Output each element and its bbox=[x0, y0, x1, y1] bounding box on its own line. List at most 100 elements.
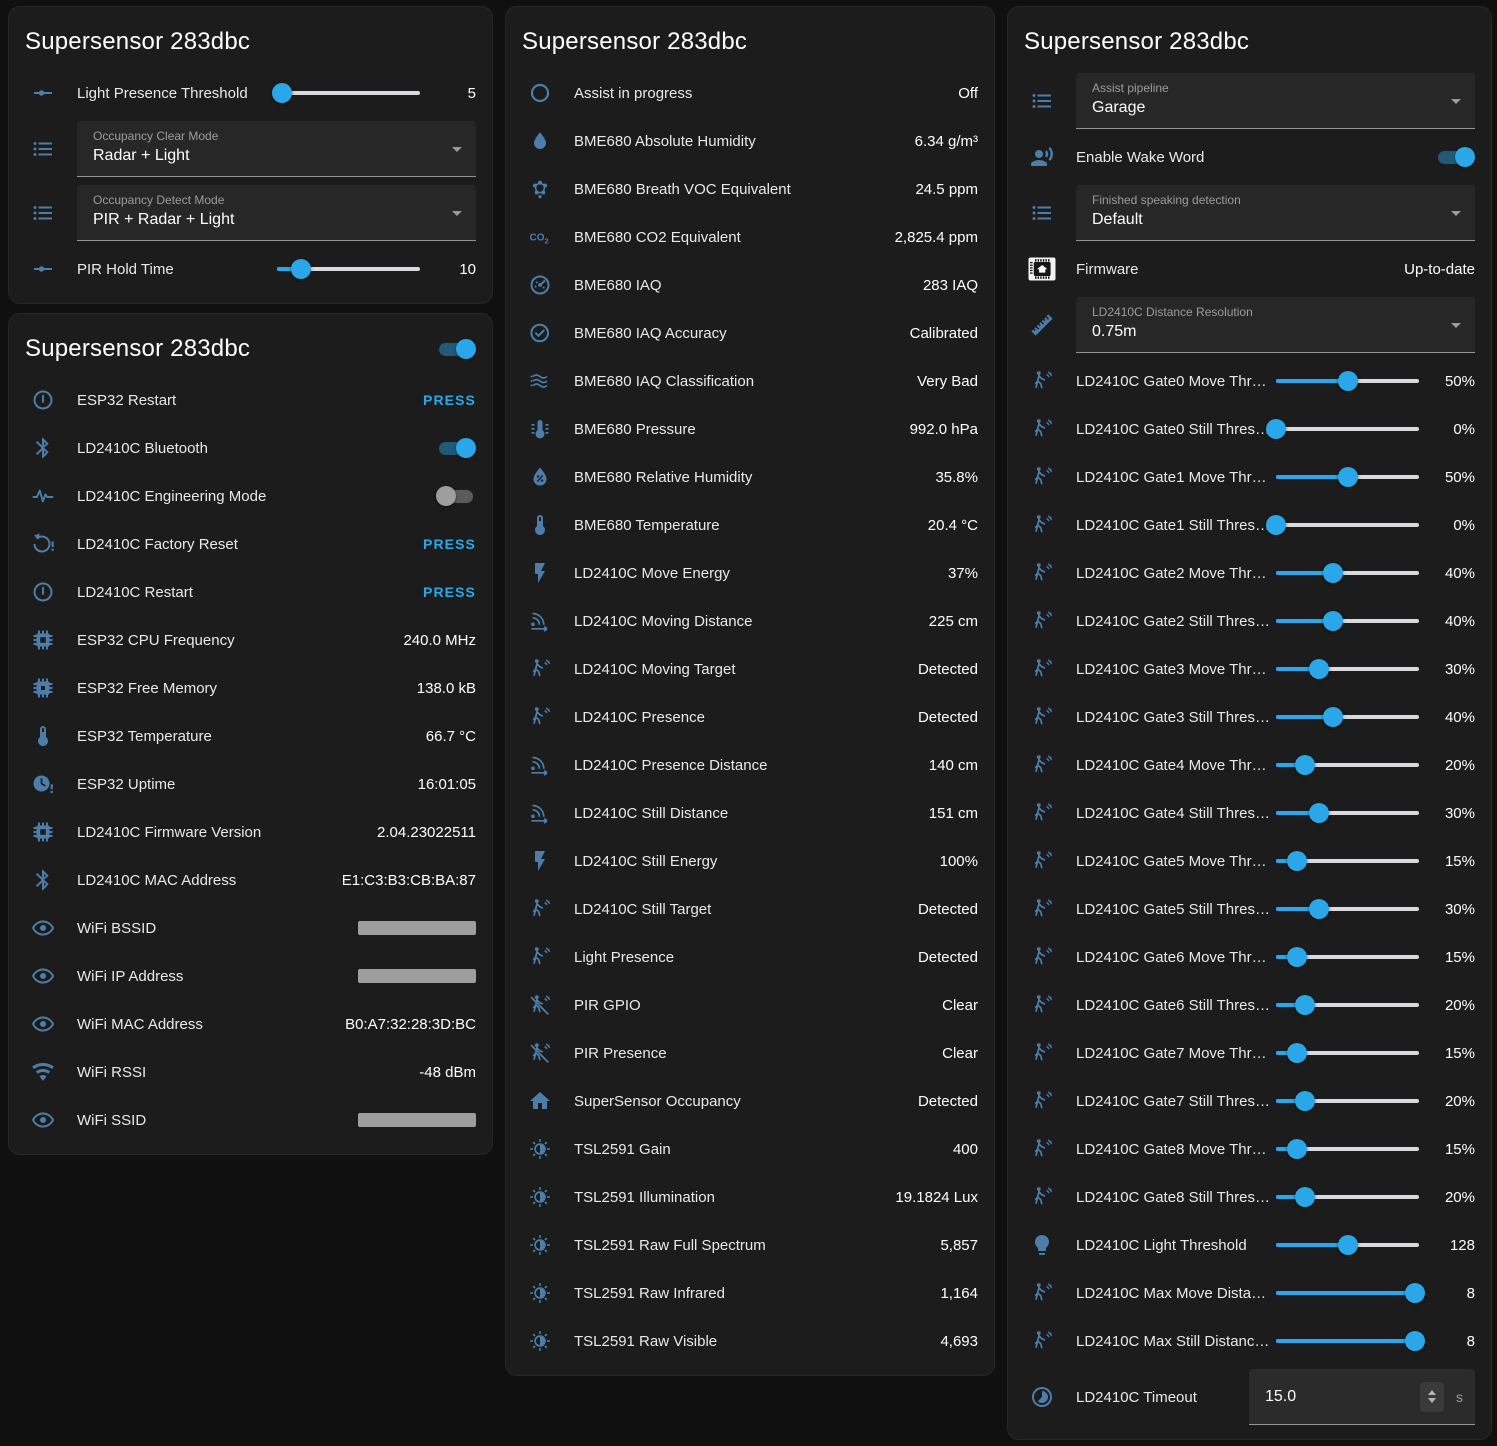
row-ld2410c-bluetooth[interactable]: LD2410C Bluetooth bbox=[9, 424, 492, 472]
slider-ld2410c-gate1-move-thr[interactable] bbox=[1276, 467, 1419, 487]
row-tsl2591-illumination[interactable]: TSL2591 Illumination19.1824 Lux bbox=[506, 1173, 994, 1221]
slider-ld2410c-gate6-still-thres[interactable] bbox=[1276, 995, 1419, 1015]
row-esp32-uptime[interactable]: ESP32 Uptime16:01:05 bbox=[9, 760, 492, 808]
slider-ld2410c-gate4-move-thr[interactable] bbox=[1276, 755, 1419, 775]
row-assist-in-progress[interactable]: Assist in progressOff bbox=[506, 69, 994, 117]
row-ld2410c-move-energy[interactable]: LD2410C Move Energy37% bbox=[506, 549, 994, 597]
slider-thumb[interactable] bbox=[1266, 515, 1286, 535]
row-ld2410c-max-still-distanc[interactable]: LD2410C Max Still Distanc…8 bbox=[1008, 1317, 1491, 1365]
select-occupancy-clear-mode[interactable]: Occupancy Clear ModeRadar + Light bbox=[77, 121, 476, 177]
row-ld2410c-still-target[interactable]: LD2410C Still TargetDetected bbox=[506, 885, 994, 933]
slider-thumb[interactable] bbox=[1338, 1235, 1358, 1255]
row-bme680-iaq-accuracy[interactable]: BME680 IAQ AccuracyCalibrated bbox=[506, 309, 994, 357]
row-esp32-cpu-frequency[interactable]: ESP32 CPU Frequency240.0 MHz bbox=[9, 616, 492, 664]
row-ld2410c-still-distance[interactable]: LD2410C Still Distance151 cm bbox=[506, 789, 994, 837]
slider-ld2410c-gate2-move-thr[interactable] bbox=[1276, 563, 1419, 583]
slider-thumb[interactable] bbox=[291, 259, 311, 279]
slider-thumb[interactable] bbox=[1287, 1043, 1307, 1063]
number-stepper[interactable] bbox=[1420, 1382, 1444, 1412]
slider-thumb[interactable] bbox=[1295, 755, 1315, 775]
row-enable-wake-word[interactable]: Enable Wake Word bbox=[1008, 133, 1491, 181]
row-esp32-restart[interactable]: ESP32 RestartPRESS bbox=[9, 376, 492, 424]
slider-thumb[interactable] bbox=[1287, 1139, 1307, 1159]
row-ld2410c-max-move-dista[interactable]: LD2410C Max Move Dista…8 bbox=[1008, 1269, 1491, 1317]
slider-ld2410c-gate7-move-thr[interactable] bbox=[1276, 1043, 1419, 1063]
slider-thumb[interactable] bbox=[272, 83, 292, 103]
row-light-presence[interactable]: Light PresenceDetected bbox=[506, 933, 994, 981]
row-tsl2591-raw-visible[interactable]: TSL2591 Raw Visible4,693 bbox=[506, 1317, 994, 1365]
row-bme680-relative-humidity[interactable]: BME680 Relative Humidity35.8% bbox=[506, 453, 994, 501]
row-ld2410c-gate3-still-thres[interactable]: LD2410C Gate3 Still Thres…40% bbox=[1008, 693, 1491, 741]
row-ld2410c-still-energy[interactable]: LD2410C Still Energy100% bbox=[506, 837, 994, 885]
toggle-enable-wake-word[interactable] bbox=[1435, 147, 1475, 167]
row-ld2410c-moving-target[interactable]: LD2410C Moving TargetDetected bbox=[506, 645, 994, 693]
row-ld2410c-gate5-move-thr[interactable]: LD2410C Gate5 Move Thr…15% bbox=[1008, 837, 1491, 885]
row-pir-hold-time[interactable]: PIR Hold Time10 bbox=[9, 245, 492, 293]
slider-thumb[interactable] bbox=[1309, 899, 1329, 919]
slider-thumb[interactable] bbox=[1323, 563, 1343, 583]
row-pir-gpio[interactable]: PIR GPIOClear bbox=[506, 981, 994, 1029]
row-wifi-ip-address[interactable]: WiFi IP Address bbox=[9, 952, 492, 1000]
row-wifi-ssid[interactable]: WiFi SSID bbox=[9, 1096, 492, 1144]
slider-ld2410c-gate7-still-thres[interactable] bbox=[1276, 1091, 1419, 1111]
row-ld2410c-gate2-still-thres[interactable]: LD2410C Gate2 Still Thres…40% bbox=[1008, 597, 1491, 645]
press-button[interactable]: PRESS bbox=[423, 584, 476, 600]
slider-ld2410c-gate0-move-thr[interactable] bbox=[1276, 371, 1419, 391]
slider-ld2410c-gate3-move-thr[interactable] bbox=[1276, 659, 1419, 679]
slider-thumb[interactable] bbox=[1338, 467, 1358, 487]
row-wifi-bssid[interactable]: WiFi BSSID bbox=[9, 904, 492, 952]
number-value[interactable]: 15.0 bbox=[1265, 1388, 1420, 1406]
row-ld2410c-gate0-move-thr[interactable]: LD2410C Gate0 Move Thr…50% bbox=[1008, 357, 1491, 405]
row-supersensor-occupancy[interactable]: SuperSensor OccupancyDetected bbox=[506, 1077, 994, 1125]
row-ld2410c-factory-reset[interactable]: LD2410C Factory ResetPRESS bbox=[9, 520, 492, 568]
slider-ld2410c-max-move-dista[interactable] bbox=[1276, 1283, 1419, 1303]
row-ld2410c-gate3-move-thr[interactable]: LD2410C Gate3 Move Thr…30% bbox=[1008, 645, 1491, 693]
row-ld2410c-gate1-still-thres[interactable]: LD2410C Gate1 Still Thres…0% bbox=[1008, 501, 1491, 549]
slider-ld2410c-gate2-still-thres[interactable] bbox=[1276, 611, 1419, 631]
row-ld2410c-engineering-mode[interactable]: LD2410C Engineering Mode bbox=[9, 472, 492, 520]
row-ld2410c-gate6-still-thres[interactable]: LD2410C Gate6 Still Thres…20% bbox=[1008, 981, 1491, 1029]
row-ld2410c-mac-address[interactable]: LD2410C MAC AddressE1:C3:B3:CB:BA:87 bbox=[9, 856, 492, 904]
row-wifi-rssi[interactable]: WiFi RSSI-48 dBm bbox=[9, 1048, 492, 1096]
press-button[interactable]: PRESS bbox=[423, 392, 476, 408]
row-wifi-mac-address[interactable]: WiFi MAC AddressB0:A7:32:28:3D:BC bbox=[9, 1000, 492, 1048]
slider-thumb[interactable] bbox=[1295, 1187, 1315, 1207]
row-ld2410c-gate8-still-thres[interactable]: LD2410C Gate8 Still Thres…20% bbox=[1008, 1173, 1491, 1221]
slider-ld2410c-gate5-move-thr[interactable] bbox=[1276, 851, 1419, 871]
slider-thumb[interactable] bbox=[1266, 419, 1286, 439]
select-finished-speaking-detection[interactable]: Finished speaking detectionDefault bbox=[1076, 185, 1475, 241]
row-finished-speaking-detection[interactable]: Finished speaking detectionDefault bbox=[1008, 181, 1491, 245]
slider-thumb[interactable] bbox=[1287, 851, 1307, 871]
slider-thumb[interactable] bbox=[1287, 947, 1307, 967]
row-ld2410c-presence[interactable]: LD2410C PresenceDetected bbox=[506, 693, 994, 741]
slider-light-presence-threshold[interactable] bbox=[277, 83, 420, 103]
row-ld2410c-distance-resolution[interactable]: LD2410C Distance Resolution0.75m bbox=[1008, 293, 1491, 357]
row-ld2410c-restart[interactable]: LD2410C RestartPRESS bbox=[9, 568, 492, 616]
row-firmware[interactable]: FirmwareUp-to-date bbox=[1008, 245, 1491, 293]
slider-thumb[interactable] bbox=[1295, 1091, 1315, 1111]
row-ld2410c-gate4-still-thres[interactable]: LD2410C Gate4 Still Thres…30% bbox=[1008, 789, 1491, 837]
row-esp32-free-memory[interactable]: ESP32 Free Memory138.0 kB bbox=[9, 664, 492, 712]
slider-pir-hold-time[interactable] bbox=[277, 259, 420, 279]
slider-ld2410c-gate5-still-thres[interactable] bbox=[1276, 899, 1419, 919]
row-assist-pipeline[interactable]: Assist pipelineGarage bbox=[1008, 69, 1491, 133]
row-ld2410c-gate8-move-thr[interactable]: LD2410C Gate8 Move Thr…15% bbox=[1008, 1125, 1491, 1173]
slider-thumb[interactable] bbox=[1309, 659, 1329, 679]
slider-thumb[interactable] bbox=[1405, 1331, 1425, 1351]
row-esp32-temperature[interactable]: ESP32 Temperature66.7 °C bbox=[9, 712, 492, 760]
select-assist-pipeline[interactable]: Assist pipelineGarage bbox=[1076, 73, 1475, 129]
row-ld2410c-gate6-move-thr[interactable]: LD2410C Gate6 Move Thr…15% bbox=[1008, 933, 1491, 981]
press-button[interactable]: PRESS bbox=[423, 536, 476, 552]
slider-ld2410c-light-threshold[interactable] bbox=[1276, 1235, 1419, 1255]
slider-thumb[interactable] bbox=[1405, 1283, 1425, 1303]
row-bme680-breath-voc-equivalent[interactable]: BME680 Breath VOC Equivalent24.5 ppm bbox=[506, 165, 994, 213]
number-input-ld2410c-timeout[interactable]: 15.0s bbox=[1249, 1369, 1475, 1425]
row-bme680-pressure[interactable]: BME680 Pressure992.0 hPa bbox=[506, 405, 994, 453]
slider-thumb[interactable] bbox=[1295, 995, 1315, 1015]
row-ld2410c-light-threshold[interactable]: LD2410C Light Threshold128 bbox=[1008, 1221, 1491, 1269]
toggle-ld2410c-bluetooth[interactable] bbox=[436, 438, 476, 458]
row-ld2410c-gate7-still-thres[interactable]: LD2410C Gate7 Still Thres…20% bbox=[1008, 1077, 1491, 1125]
row-bme680-temperature[interactable]: BME680 Temperature20.4 °C bbox=[506, 501, 994, 549]
slider-ld2410c-gate8-still-thres[interactable] bbox=[1276, 1187, 1419, 1207]
card-header-toggle[interactable] bbox=[436, 339, 476, 359]
